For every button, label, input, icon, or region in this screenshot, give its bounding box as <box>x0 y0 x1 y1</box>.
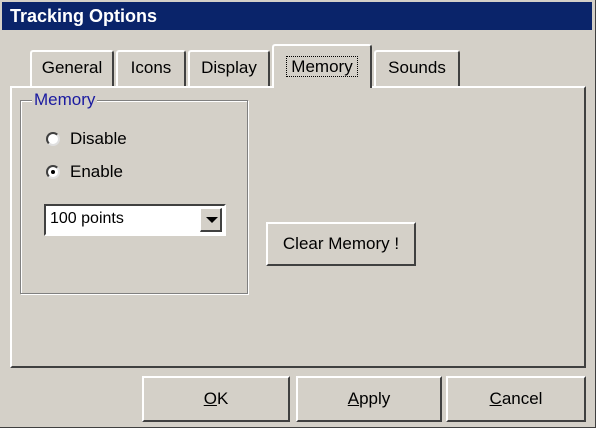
tab-display[interactable]: Display <box>188 50 270 86</box>
cancel-mnemonic: C <box>489 389 502 408</box>
radio-disable[interactable]: Disable <box>46 128 127 150</box>
radio-enable[interactable]: Enable <box>46 161 123 183</box>
ok-label-rest: K <box>216 389 229 408</box>
clear-memory-button[interactable]: Clear Memory ! <box>266 222 416 266</box>
memory-group-label: Memory <box>32 90 98 109</box>
cancel-button[interactable]: Cancel <box>446 376 586 422</box>
tab-label: Icons <box>130 58 172 77</box>
tab-icons[interactable]: Icons <box>116 50 186 86</box>
dropdown-arrow-icon[interactable] <box>200 208 222 232</box>
tab-general[interactable]: General <box>30 50 114 86</box>
radio-unchecked-icon[interactable] <box>46 132 60 146</box>
apply-mnemonic: A <box>347 389 360 408</box>
tab-memory[interactable]: Memory <box>272 44 372 88</box>
apply-label-rest: pply <box>359 389 391 408</box>
tracking-options-dialog: Tracking Options General Icons Display M… <box>0 0 596 428</box>
tab-label: Sounds <box>388 58 446 77</box>
radio-label: Disable <box>70 129 127 148</box>
radio-label: Enable <box>70 162 123 181</box>
apply-button[interactable]: Apply <box>296 376 442 422</box>
tab-sounds[interactable]: Sounds <box>374 50 460 86</box>
clear-memory-label: Clear Memory ! <box>282 234 400 253</box>
tab-label: Display <box>201 58 257 77</box>
cancel-label-rest: ancel <box>501 389 543 408</box>
points-select[interactable]: 100 points <box>44 204 226 236</box>
radio-checked-icon[interactable] <box>46 165 60 179</box>
tab-label: Memory <box>286 56 358 77</box>
points-select-value: 100 points <box>50 210 124 227</box>
ok-button[interactable]: OK <box>142 376 290 422</box>
window-title: Tracking Options <box>2 2 592 30</box>
ok-mnemonic: O <box>203 389 217 408</box>
tab-label: General <box>41 58 103 77</box>
